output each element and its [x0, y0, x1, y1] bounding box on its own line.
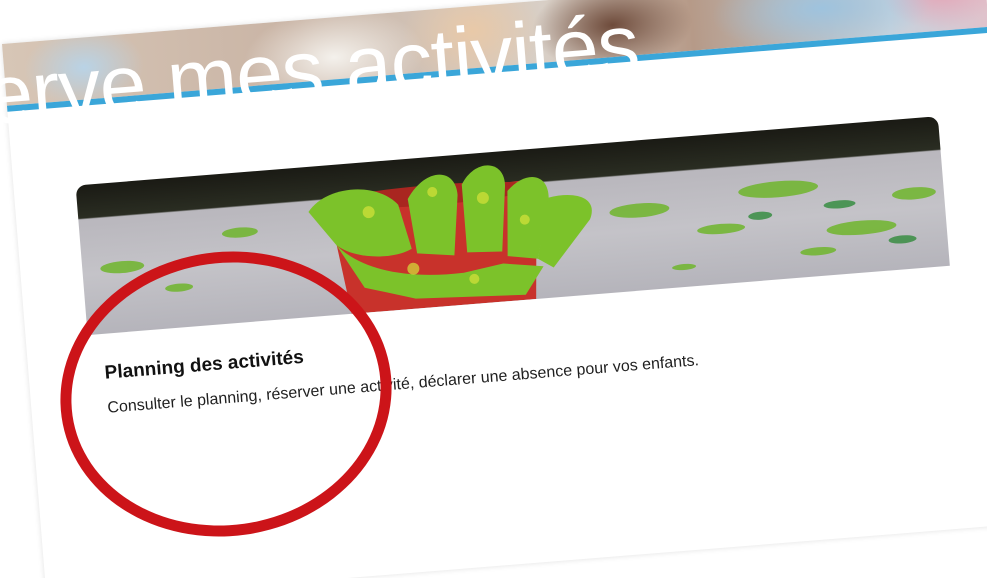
screenshot-stage: erve mes activités Planning des activité…: [0, 0, 987, 578]
page-title: erve mes activités: [0, 0, 642, 143]
